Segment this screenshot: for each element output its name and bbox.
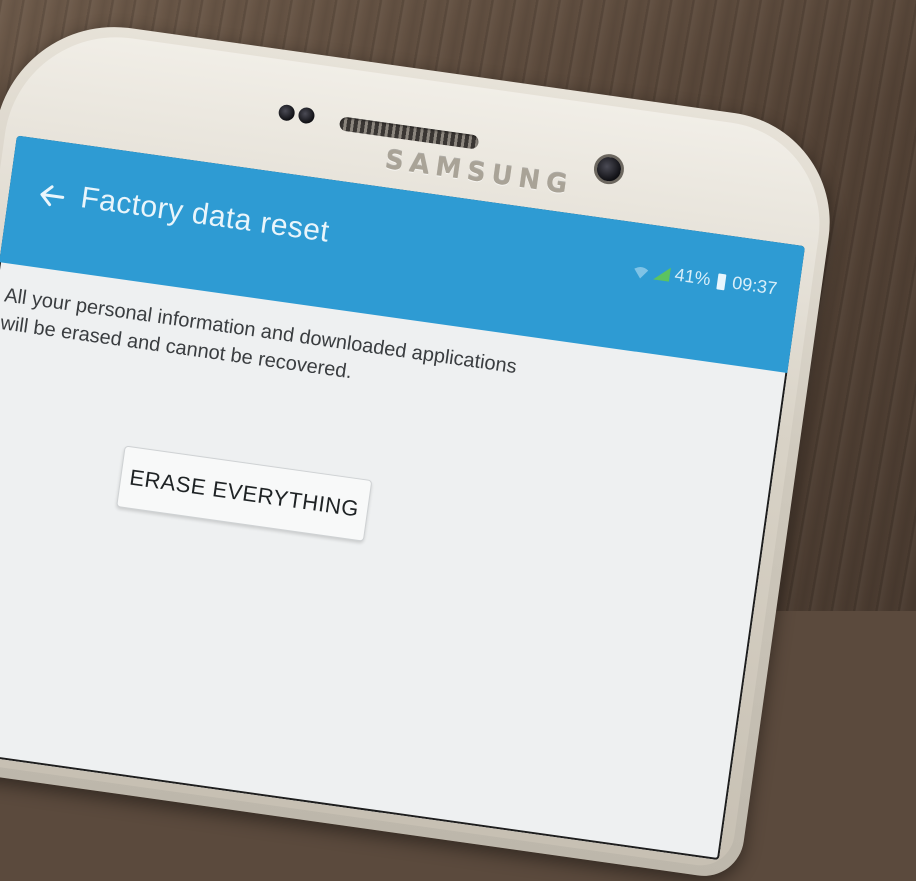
arrow-back-icon[interactable] <box>35 179 69 213</box>
earpiece-speaker <box>338 116 480 150</box>
wifi-icon <box>632 262 650 279</box>
signal-icon <box>652 264 672 282</box>
status-bar: 41% 09:37 <box>632 259 779 300</box>
clock: 09:37 <box>730 272 779 299</box>
battery-percent: 41% <box>673 264 712 290</box>
phone-bezel: SAMSUNG Factory data reset 41% 09:37 All… <box>0 22 833 870</box>
sensor-icon <box>277 103 296 122</box>
battery-icon <box>716 272 727 290</box>
front-camera-icon <box>592 152 626 187</box>
sensor-icon <box>297 106 316 125</box>
phone: SAMSUNG Factory data reset 41% 09:37 All… <box>0 11 844 881</box>
page-title: Factory data reset <box>78 181 332 249</box>
phone-screen: Factory data reset 41% 09:37 All your pe… <box>0 135 806 861</box>
erase-everything-button[interactable]: ERASE EVERYTHING <box>116 445 373 542</box>
